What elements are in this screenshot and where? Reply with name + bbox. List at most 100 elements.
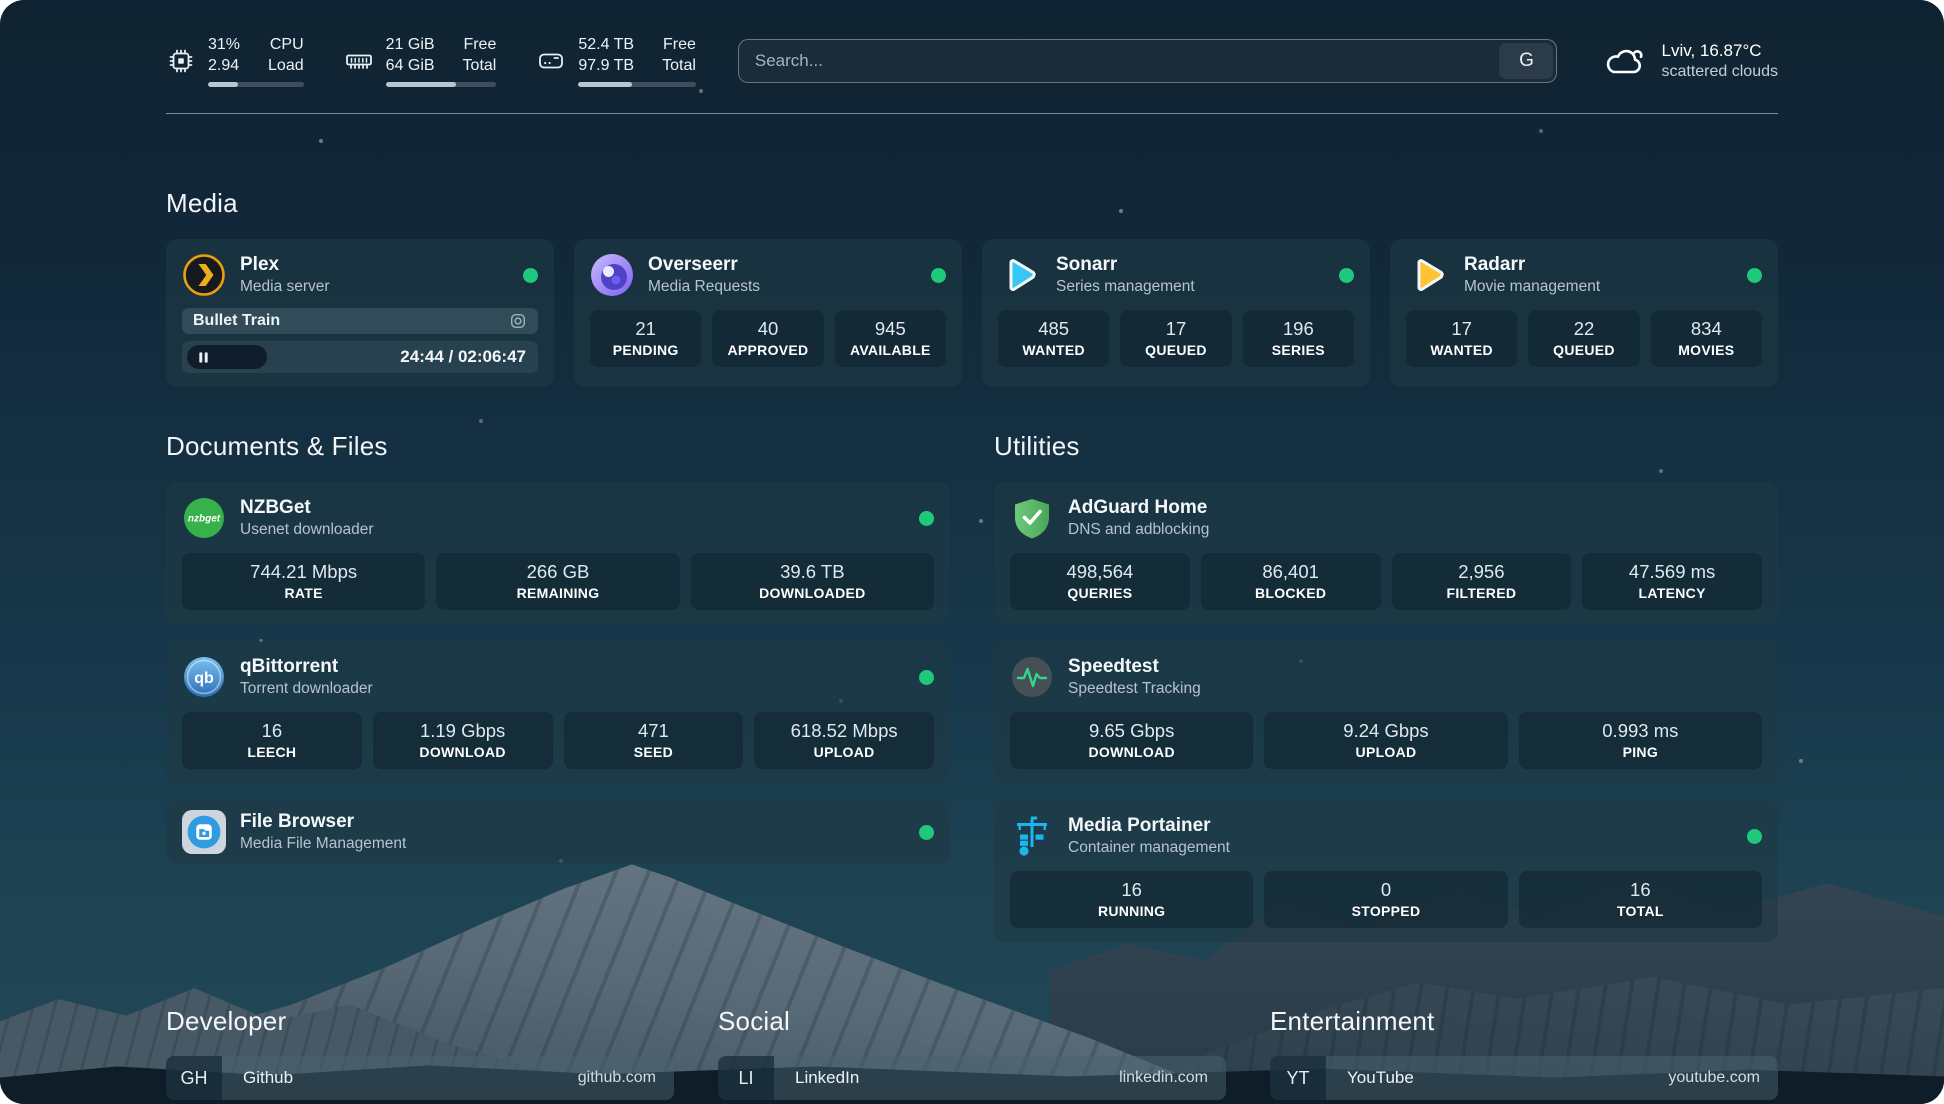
bookmark-abbr: YT <box>1270 1056 1326 1100</box>
card-overseerr[interactable]: OverseerrMedia Requests21PENDING40APPROV… <box>574 239 962 387</box>
stat-label: QUERIES <box>1016 585 1184 601</box>
status-dot <box>919 825 934 840</box>
stat-leech: 16LEECH <box>182 712 362 769</box>
card-adguard-home[interactable]: AdGuard HomeDNS and adblocking498,564QUE… <box>994 482 1778 624</box>
card-radarr[interactable]: RadarrMovie management17WANTED22QUEUED83… <box>1390 239 1778 387</box>
stat-label: QUEUED <box>1126 342 1225 358</box>
now-playing-row: Bullet Train <box>182 308 538 334</box>
cpu-load-label: Load <box>268 55 304 76</box>
memory-free-label: Free <box>463 34 497 55</box>
card-header: qb qBittorrentTorrent downloader <box>182 655 934 699</box>
stat-value: 86,401 <box>1207 561 1375 583</box>
card-title: NZBGet <box>240 497 374 519</box>
bookmark-github[interactable]: GHGithubgithub.com <box>166 1056 674 1100</box>
stat-movies: 834MOVIES <box>1651 310 1762 367</box>
card-subtitle: Media File Management <box>240 835 406 853</box>
card-sonarr[interactable]: SonarrSeries management485WANTED17QUEUED… <box>982 239 1370 387</box>
stat-label: LEECH <box>188 744 356 760</box>
card-header: SpeedtestSpeedtest Tracking <box>1010 655 1762 699</box>
snow-specks <box>0 0 2 2</box>
status-dot <box>919 670 934 685</box>
disk-total: 97.9 TB <box>578 55 634 76</box>
stat-blocked: 86,401 BLOCKED <box>1201 553 1381 610</box>
card-titles: RadarrMovie management <box>1464 254 1600 296</box>
bookmark-youtube[interactable]: YTYouTubeyoutube.com <box>1270 1056 1778 1100</box>
stat-value: 945 <box>841 318 940 340</box>
stats-row: 485WANTED17QUEUED196SERIES <box>998 310 1354 367</box>
stat-value: 0 <box>1270 879 1501 901</box>
stat-value: 16 <box>1525 879 1756 901</box>
bookmark-label: LinkedIn <box>795 1068 859 1088</box>
stat-label: DOWNLOAD <box>1016 744 1247 760</box>
stat-value: 618.52 Mbps <box>760 720 928 742</box>
card-title: Plex <box>240 254 330 276</box>
stat-label: QUEUED <box>1534 342 1633 358</box>
card-titles: NZBGet Usenet downloader <box>240 497 374 539</box>
weather-widget[interactable]: Lviv, 16.87°C scattered clouds <box>1603 41 1778 81</box>
stat-label: SEED <box>570 744 738 760</box>
stat-remaining: 266 GBREMAINING <box>436 553 679 610</box>
stat-value: 17 <box>1412 318 1511 340</box>
weather-condition: scattered clouds <box>1661 63 1778 81</box>
memory-widget: 21 GiB 64 GiB Free Total <box>344 34 497 87</box>
stat-value: 498,564 <box>1016 561 1184 583</box>
stat-stopped: 0STOPPED <box>1264 871 1507 928</box>
status-dot <box>1747 268 1762 283</box>
bookmark-label: Github <box>243 1068 293 1088</box>
stat-total: 16TOTAL <box>1519 871 1762 928</box>
stat-label: BLOCKED <box>1207 585 1375 601</box>
search-provider-button[interactable]: G <box>1499 43 1553 79</box>
stat-queries: 498,564 QUERIES <box>1010 553 1190 610</box>
disk-total-label: Total <box>662 55 696 76</box>
cpu-icon <box>166 46 196 76</box>
bookmark-rows: LILinkedInlinkedin.comTWTwittertwitter.c… <box>718 1056 1226 1104</box>
pause-button[interactable] <box>187 345 267 369</box>
svg-text:qb: qb <box>194 670 214 687</box>
card-qbittorrent[interactable]: qbqBittorrentTorrent downloader16LEECH1.… <box>166 641 950 783</box>
stat-rate: 744.21 MbpsRATE <box>182 553 425 610</box>
stat-value: 47.569 ms <box>1588 561 1756 583</box>
section-title-entertainment: Entertainment <box>1270 1006 1778 1037</box>
card-subtitle: Media server <box>240 278 330 296</box>
card-nzbget[interactable]: nzbget NZBGet Usenet downloader 744.21 Mbps… <box>166 482 950 624</box>
card-subtitle: Container management <box>1068 839 1230 857</box>
search-input[interactable] <box>739 40 1497 82</box>
section-media: Media PlexMedia serverBullet Train24:44 … <box>166 188 1778 387</box>
card-titles: Overseerr Media Requests <box>648 254 760 296</box>
stat-label: RATE <box>188 585 419 601</box>
card-plex[interactable]: PlexMedia serverBullet Train24:44 / 02:0… <box>166 239 554 387</box>
card-file-browser[interactable]: File BrowserMedia File Management <box>166 800 950 864</box>
stat-label: LATENCY <box>1588 585 1756 601</box>
stat-value: 485 <box>1004 318 1103 340</box>
portainer-icon <box>1010 814 1054 858</box>
stat-ping: 0.993 msPING <box>1519 712 1762 769</box>
stat-label: APPROVED <box>718 342 817 358</box>
card-header: Media PortainerContainer management <box>1010 814 1762 858</box>
radarr-icon <box>1406 253 1450 297</box>
card-titles: qBittorrentTorrent downloader <box>240 656 373 698</box>
section-title-documents: Documents & Files <box>166 431 950 462</box>
card-subtitle: Usenet downloader <box>240 521 374 539</box>
card-title: Overseerr <box>648 254 760 276</box>
speedtest-icon <box>1010 655 1054 699</box>
stat-running: 16RUNNING <box>1010 871 1253 928</box>
card-subtitle: Series management <box>1056 278 1195 296</box>
stat-upload: 9.24 GbpsUPLOAD <box>1264 712 1507 769</box>
bookmark-abbr: GH <box>166 1056 222 1100</box>
nzbget-icon: nzbget <box>182 496 226 540</box>
camera-icon <box>509 312 527 330</box>
card-title: AdGuard Home <box>1068 497 1209 519</box>
stats-row: 9.65 GbpsDOWNLOAD9.24 GbpsUPLOAD0.993 ms… <box>1010 712 1762 769</box>
card-titles: SpeedtestSpeedtest Tracking <box>1068 656 1201 698</box>
stat-value: 9.24 Gbps <box>1270 720 1501 742</box>
status-dot <box>931 268 946 283</box>
resource-widgets: 31% 2.94 CPU Load <box>166 34 696 87</box>
topbar-divider <box>166 113 1778 114</box>
bookmark-url: youtube.com <box>1668 1069 1778 1087</box>
stats-row: 744.21 MbpsRATE266 GBREMAINING39.6 TBDOW… <box>182 553 934 610</box>
card-subtitle: Media Requests <box>648 278 760 296</box>
card-media-portainer[interactable]: Media PortainerContainer management 16RUN… <box>994 800 1778 942</box>
bookmark-rows: YTYouTubeyoutube.comNFNetflixnetflix.com… <box>1270 1056 1778 1104</box>
card-speedtest[interactable]: SpeedtestSpeedtest Tracking9.65 GbpsDOWN… <box>994 641 1778 783</box>
bookmark-linkedin[interactable]: LILinkedInlinkedin.com <box>718 1056 1226 1100</box>
